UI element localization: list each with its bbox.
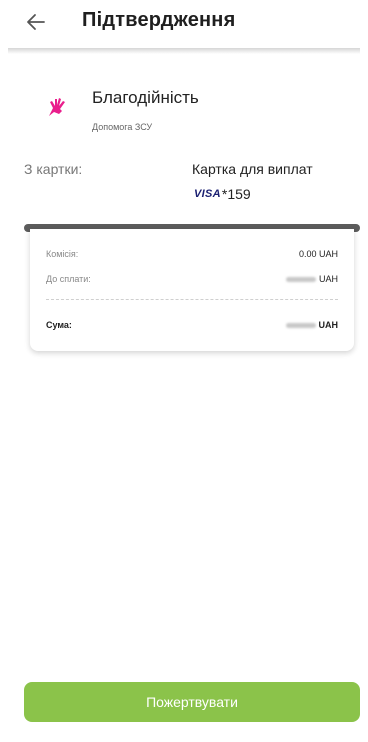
blurred-amount	[285, 276, 316, 282]
sum-label: Сума:	[46, 320, 72, 330]
commission-label: Комісія:	[46, 249, 79, 259]
sum-currency: UAH	[318, 320, 339, 330]
receipt-card: Комісія: 0.00 UAH До сплати: UAH Сума: U…	[30, 229, 354, 351]
card-number: VISA *159	[194, 186, 251, 202]
from-card-label: З картки:	[24, 161, 83, 177]
sum-value: UAH	[285, 320, 339, 330]
card-number-text: *159	[221, 186, 251, 202]
service-info: Благодійність Допомога ЗСУ	[44, 88, 344, 138]
hand-icon	[44, 94, 70, 120]
dashed-divider	[46, 299, 338, 300]
app-header: Підтвердження	[0, 0, 368, 48]
donate-button[interactable]: Пожертвувати	[24, 682, 360, 722]
page-title: Підтвердження	[82, 9, 236, 31]
commission-row: Комісія: 0.00 UAH	[46, 249, 338, 263]
to-pay-currency: UAH	[318, 274, 338, 284]
service-name: Благодійність	[92, 88, 199, 107]
sum-row: Сума: UAH	[46, 320, 338, 334]
to-pay-label: До сплати:	[46, 274, 91, 284]
commission-value: 0.00 UAH	[298, 249, 338, 259]
service-subtitle: Допомога ЗСУ	[92, 122, 153, 132]
card-name: Картка для виплат	[192, 161, 313, 177]
visa-logo: VISA	[194, 188, 221, 200]
to-pay-row: До сплати: UAH	[46, 274, 338, 288]
blurred-amount	[285, 322, 316, 328]
to-pay-value: UAH	[285, 274, 338, 284]
header-divider	[8, 48, 360, 54]
arrow-left-icon[interactable]	[24, 10, 48, 34]
